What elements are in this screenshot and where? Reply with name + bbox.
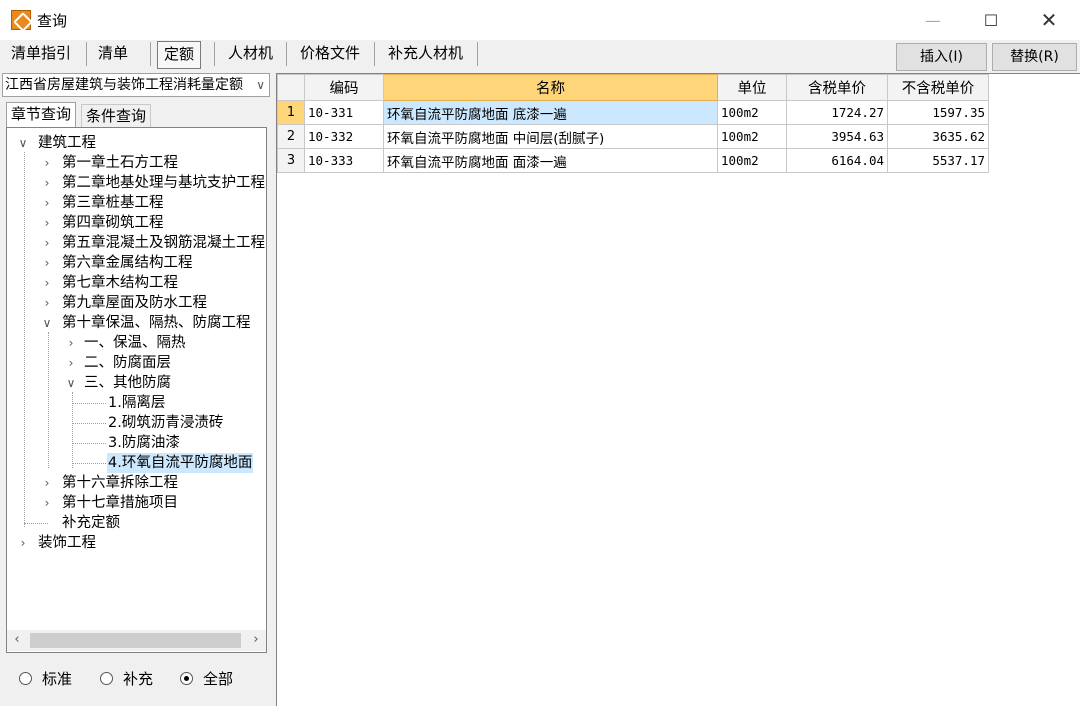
chevron-right-icon[interactable]: › xyxy=(17,533,29,553)
replace-button[interactable]: 替换(R) xyxy=(992,43,1077,71)
quota-result-grid: 编码 名称 单位 含税单价 不含税单价 1 10-331 环氧自流平防腐地面 底… xyxy=(276,73,1080,706)
quota-library-value: 江西省房屋建筑与装饰工程消耗量定额 xyxy=(5,77,243,93)
tree-guide xyxy=(72,443,106,444)
radio-all[interactable]: 全部 xyxy=(180,668,233,689)
radio-supplement[interactable]: 补充 xyxy=(100,668,153,689)
chevron-right-icon[interactable]: › xyxy=(41,293,53,313)
chevron-right-icon[interactable]: › xyxy=(41,473,53,493)
header-tax-price[interactable]: 含税单价 xyxy=(786,74,888,101)
subtab-chapter-query[interactable]: 章节查询 xyxy=(6,102,77,127)
chevron-down-icon[interactable]: ∨ xyxy=(17,133,29,153)
close-button[interactable]: ✕ xyxy=(1026,0,1072,40)
tab-separator xyxy=(286,42,287,66)
quota-filter: 标准 补充 全部 xyxy=(6,660,267,698)
quota-library-select[interactable]: 江西省房屋建筑与装饰工程消耗量定额 ∨ xyxy=(2,73,270,97)
scroll-right-icon[interactable]: › xyxy=(246,630,266,651)
minimize-button[interactable]: — xyxy=(910,0,956,40)
tab-labor-material-machine[interactable]: 人材机 xyxy=(222,40,279,68)
scrollbar-thumb[interactable] xyxy=(30,633,241,648)
tab-separator xyxy=(86,42,87,66)
radio-standard[interactable]: 标准 xyxy=(19,668,72,689)
header-code[interactable]: 编码 xyxy=(304,74,384,101)
tab-price-file[interactable]: 价格文件 xyxy=(294,40,366,68)
chevron-right-icon[interactable]: › xyxy=(65,333,77,353)
tab-separator xyxy=(214,42,215,66)
chapter-tree: ∨ 建筑工程 › 第一章土石方工程 › 第二章地基处理与基坑支护工程 › 第三章… xyxy=(6,127,267,653)
tab-separator xyxy=(477,42,478,66)
tab-separator xyxy=(374,42,375,66)
chevron-right-icon[interactable]: › xyxy=(41,193,53,213)
chevron-right-icon[interactable]: › xyxy=(41,213,53,233)
app-icon xyxy=(11,10,31,30)
chevron-down-icon[interactable]: ∨ xyxy=(65,373,77,393)
radio-selected-icon[interactable] xyxy=(180,672,193,685)
scroll-left-icon[interactable]: ‹ xyxy=(7,630,27,651)
tree-guide xyxy=(72,463,106,464)
header-rownum xyxy=(277,74,305,101)
tree-guide xyxy=(24,523,48,524)
table-header-row: 编码 名称 单位 含税单价 不含税单价 xyxy=(277,74,989,101)
chevron-right-icon[interactable]: › xyxy=(41,253,53,273)
chevron-right-icon[interactable]: › xyxy=(41,233,53,253)
chevron-down-icon[interactable]: ∨ xyxy=(256,74,265,96)
tab-supplement-material[interactable]: 补充人材机 xyxy=(382,40,469,68)
tree-horizontal-scrollbar[interactable]: ‹ › xyxy=(7,630,266,651)
chevron-right-icon[interactable]: › xyxy=(41,173,53,193)
title-bar: 查询 — ☐ ✕ xyxy=(0,0,1080,40)
tab-bill[interactable]: 清单 xyxy=(92,40,134,68)
tab-separator xyxy=(150,42,151,66)
header-unit[interactable]: 单位 xyxy=(717,74,787,101)
tab-quota[interactable]: 定额 xyxy=(157,41,202,69)
subtab-condition-query[interactable]: 条件查询 xyxy=(81,104,152,129)
quota-table: 编码 名称 单位 含税单价 不含税单价 1 10-331 环氧自流平防腐地面 底… xyxy=(277,74,989,173)
window-title: 查询 xyxy=(37,12,68,30)
radio-icon[interactable] xyxy=(100,672,113,685)
table-row[interactable]: 2 10-332 环氧自流平防腐地面 中间层(刮腻子) 100m2 3954.6… xyxy=(277,124,989,149)
tab-bill-guide[interactable]: 清单指引 xyxy=(5,40,77,68)
chevron-right-icon[interactable]: › xyxy=(41,153,53,173)
chevron-right-icon[interactable]: › xyxy=(41,273,53,293)
tree-guide xyxy=(72,403,106,404)
tree-guide xyxy=(24,152,25,527)
chevron-right-icon[interactable]: › xyxy=(41,493,53,513)
header-notax-price[interactable]: 不含税单价 xyxy=(887,74,989,101)
table-row[interactable]: 1 10-331 环氧自流平防腐地面 底漆一遍 100m2 1724.27 15… xyxy=(277,100,989,125)
tree-guide xyxy=(48,332,49,468)
chevron-right-icon[interactable]: › xyxy=(65,353,77,373)
insert-button[interactable]: 插入(I) xyxy=(896,43,987,71)
radio-icon[interactable] xyxy=(19,672,32,685)
table-row[interactable]: 3 10-333 环氧自流平防腐地面 面漆一遍 100m2 6164.04 55… xyxy=(277,148,989,173)
header-name[interactable]: 名称 xyxy=(383,74,718,101)
chevron-down-icon[interactable]: ∨ xyxy=(41,313,53,333)
maximize-button[interactable]: ☐ xyxy=(968,0,1014,40)
tree-guide xyxy=(72,423,106,424)
